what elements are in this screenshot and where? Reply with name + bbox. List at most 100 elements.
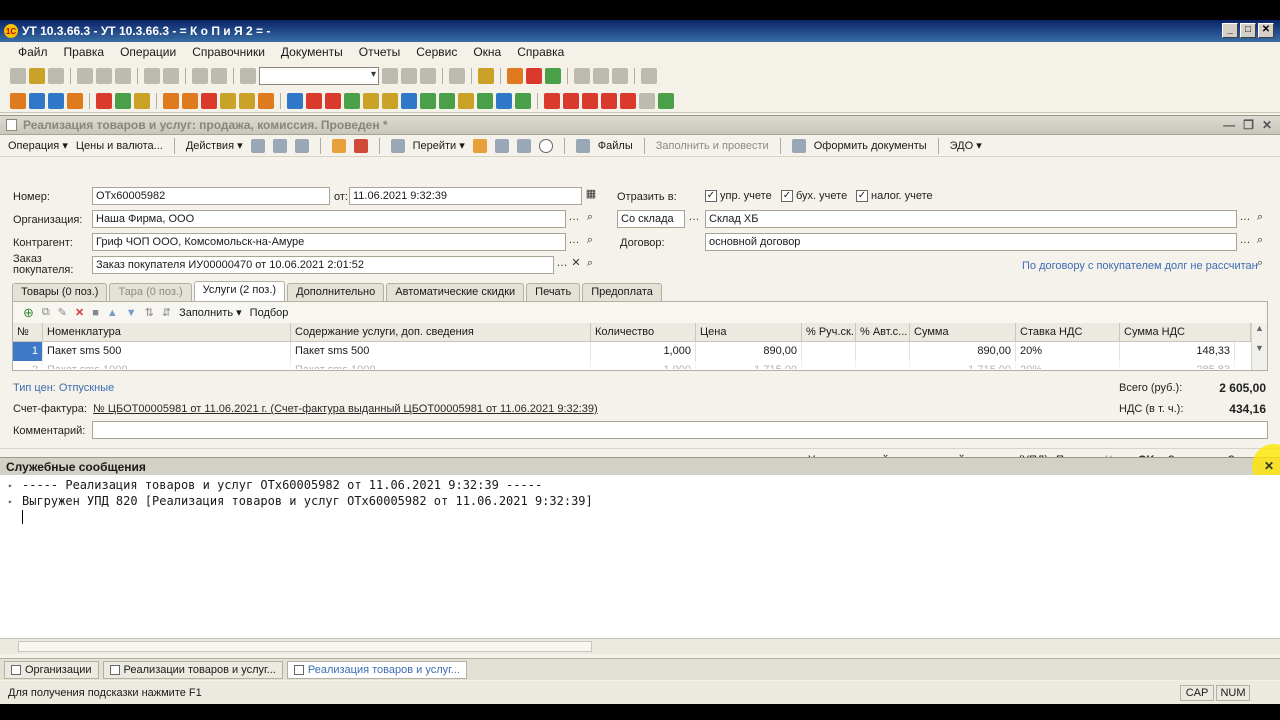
based-on-icon[interactable] bbox=[390, 138, 405, 153]
orders-icon[interactable] bbox=[163, 92, 179, 109]
open-icon[interactable] bbox=[29, 68, 45, 84]
inventory-icon[interactable] bbox=[458, 92, 474, 109]
help-icon[interactable] bbox=[478, 68, 494, 84]
goods-icon[interactable] bbox=[220, 92, 236, 109]
tools-icon[interactable] bbox=[641, 68, 657, 84]
approve-icon[interactable] bbox=[658, 92, 674, 109]
bank-out-icon[interactable] bbox=[382, 92, 398, 109]
cut-icon[interactable] bbox=[77, 68, 93, 84]
redo-icon[interactable] bbox=[211, 68, 227, 84]
doc-register-icon[interactable] bbox=[48, 92, 64, 109]
chart-icon[interactable] bbox=[582, 92, 598, 109]
contract-open-icon[interactable]: ⌕ bbox=[1252, 233, 1268, 251]
preview-icon[interactable] bbox=[163, 68, 179, 84]
col-vat-sum[interactable]: Сумма НДС bbox=[1120, 323, 1251, 342]
order-field[interactable]: Заказ покупателя ИУ00000470 от 10.06.202… bbox=[92, 256, 554, 274]
files-icon[interactable] bbox=[575, 138, 590, 153]
print-form-icon[interactable] bbox=[563, 92, 579, 109]
number-field[interactable]: ОТх60005982 bbox=[92, 187, 330, 205]
calendar-icon[interactable] bbox=[526, 68, 542, 84]
report-icon[interactable] bbox=[439, 92, 455, 109]
reflect-tax-checkbox[interactable]: ✓ налог. учете bbox=[856, 190, 933, 203]
cash-out-icon[interactable] bbox=[344, 92, 360, 109]
analysis-icon[interactable] bbox=[601, 92, 617, 109]
col-price[interactable]: Цена bbox=[696, 323, 802, 342]
table-row[interactable]: 2 Пакет sms 1000 Пакет sms 1000 1,000 1 … bbox=[13, 361, 1267, 369]
tab-print[interactable]: Печать bbox=[526, 283, 581, 301]
tab-additional[interactable]: Дополнительно bbox=[287, 283, 385, 301]
status-circle-icon[interactable] bbox=[538, 138, 553, 153]
table-row[interactable]: 1 Пакет sms 500 Пакет sms 500 1,000 890,… bbox=[13, 342, 1267, 361]
search-input[interactable] bbox=[259, 67, 379, 85]
col-vat-rate[interactable]: Ставка НДС bbox=[1016, 323, 1120, 342]
settings-icon[interactable] bbox=[639, 92, 655, 109]
tab-auto-discounts[interactable]: Автоматические скидки bbox=[386, 283, 525, 301]
stats-icon[interactable] bbox=[620, 92, 636, 109]
doc-journal-icon[interactable] bbox=[10, 92, 26, 109]
post-icon[interactable] bbox=[250, 138, 265, 153]
messages-close-icon[interactable]: ✕ bbox=[1262, 460, 1276, 474]
print-icon[interactable] bbox=[144, 68, 160, 84]
find-prev-icon[interactable] bbox=[420, 68, 436, 84]
menu-documents[interactable]: Документы bbox=[279, 44, 345, 60]
calculator-icon[interactable] bbox=[507, 68, 523, 84]
maximize-button[interactable]: □ bbox=[1240, 23, 1256, 38]
edit-row-icon[interactable]: ✎ bbox=[58, 306, 67, 319]
pick-button[interactable]: Подбор bbox=[250, 307, 289, 319]
expense-icon[interactable] bbox=[306, 92, 322, 109]
task-sales-doc[interactable]: Реализация товаров и услуг... bbox=[286, 660, 467, 679]
hierarchy-icon[interactable] bbox=[516, 138, 531, 153]
find-next-icon[interactable] bbox=[401, 68, 417, 84]
menu-reports[interactable]: Отчеты bbox=[357, 44, 402, 60]
cash-register-icon[interactable] bbox=[420, 92, 436, 109]
fill-menu[interactable]: Заполнить ▾ bbox=[179, 306, 242, 319]
memory-minus-icon[interactable] bbox=[612, 68, 628, 84]
check-icon[interactable] bbox=[477, 92, 493, 109]
make-docs-icon[interactable] bbox=[791, 138, 806, 153]
comment-field[interactable] bbox=[92, 421, 1268, 439]
warehouse-type-button[interactable]: … bbox=[686, 210, 702, 228]
table-scrollbar[interactable]: ▲ ▼ bbox=[1251, 323, 1267, 370]
menu-help[interactable]: Справка bbox=[515, 44, 566, 60]
warehouse-type-field[interactable]: Со склада bbox=[617, 210, 685, 228]
users-icon[interactable] bbox=[545, 68, 561, 84]
warehouse-open-icon[interactable]: ⌕ bbox=[1252, 210, 1268, 228]
contract-field[interactable]: основной договор bbox=[705, 233, 1237, 251]
doc-minimize-icon[interactable]: — bbox=[1223, 118, 1235, 132]
make-docs-button[interactable]: Оформить документы bbox=[814, 140, 927, 152]
movements-icon[interactable] bbox=[353, 138, 368, 153]
returns-icon[interactable] bbox=[201, 92, 217, 109]
reflect-acc-checkbox[interactable]: ✓ бух. учете bbox=[781, 190, 847, 203]
end-edit-icon[interactable]: ■ bbox=[92, 307, 99, 319]
minimize-button[interactable]: _ bbox=[1222, 23, 1238, 38]
edit-doc-icon[interactable] bbox=[134, 92, 150, 109]
counterparty-select-button[interactable]: … bbox=[566, 233, 582, 251]
invoice-link[interactable]: № ЦБОТ00005981 от 11.06.2021 г. (Счет-фа… bbox=[93, 403, 598, 415]
sales-icon[interactable] bbox=[182, 92, 198, 109]
prices-currency-button[interactable]: Цены и валюта... bbox=[76, 140, 163, 152]
col-auto-discount[interactable]: % Авт.с... bbox=[856, 323, 910, 342]
stock-icon[interactable] bbox=[239, 92, 255, 109]
battery-icon[interactable] bbox=[515, 92, 531, 109]
copy-row-icon[interactable]: ⧉ bbox=[42, 306, 50, 319]
operation-menu[interactable]: Операция ▾ bbox=[8, 139, 68, 152]
calendar-button-icon[interactable]: ▦ bbox=[583, 187, 599, 205]
col-quantity[interactable]: Количество bbox=[591, 323, 696, 342]
doc-archive-icon[interactable] bbox=[67, 92, 83, 109]
paste-icon[interactable] bbox=[115, 68, 131, 84]
doc-list-icon[interactable] bbox=[29, 92, 45, 109]
delete-row-icon[interactable]: ✕ bbox=[75, 306, 84, 319]
col-nomenclature[interactable]: Номенклатура bbox=[43, 323, 291, 342]
close-window-button[interactable]: ✕ bbox=[1258, 23, 1274, 38]
order-open-icon[interactable]: ⌕ bbox=[582, 256, 598, 274]
refresh-icon[interactable] bbox=[272, 138, 287, 153]
memory-plus-icon[interactable] bbox=[593, 68, 609, 84]
export-icon[interactable] bbox=[496, 92, 512, 109]
clear-search-icon[interactable] bbox=[382, 68, 398, 84]
org-field[interactable]: Наша Фирма, ООО bbox=[92, 210, 566, 228]
menu-windows[interactable]: Окна bbox=[471, 44, 503, 60]
help-doc-icon[interactable] bbox=[472, 138, 487, 153]
list-view-icon[interactable] bbox=[494, 138, 509, 153]
menu-service[interactable]: Сервис bbox=[414, 44, 459, 60]
doc-restore-icon[interactable]: ❐ bbox=[1243, 118, 1254, 132]
